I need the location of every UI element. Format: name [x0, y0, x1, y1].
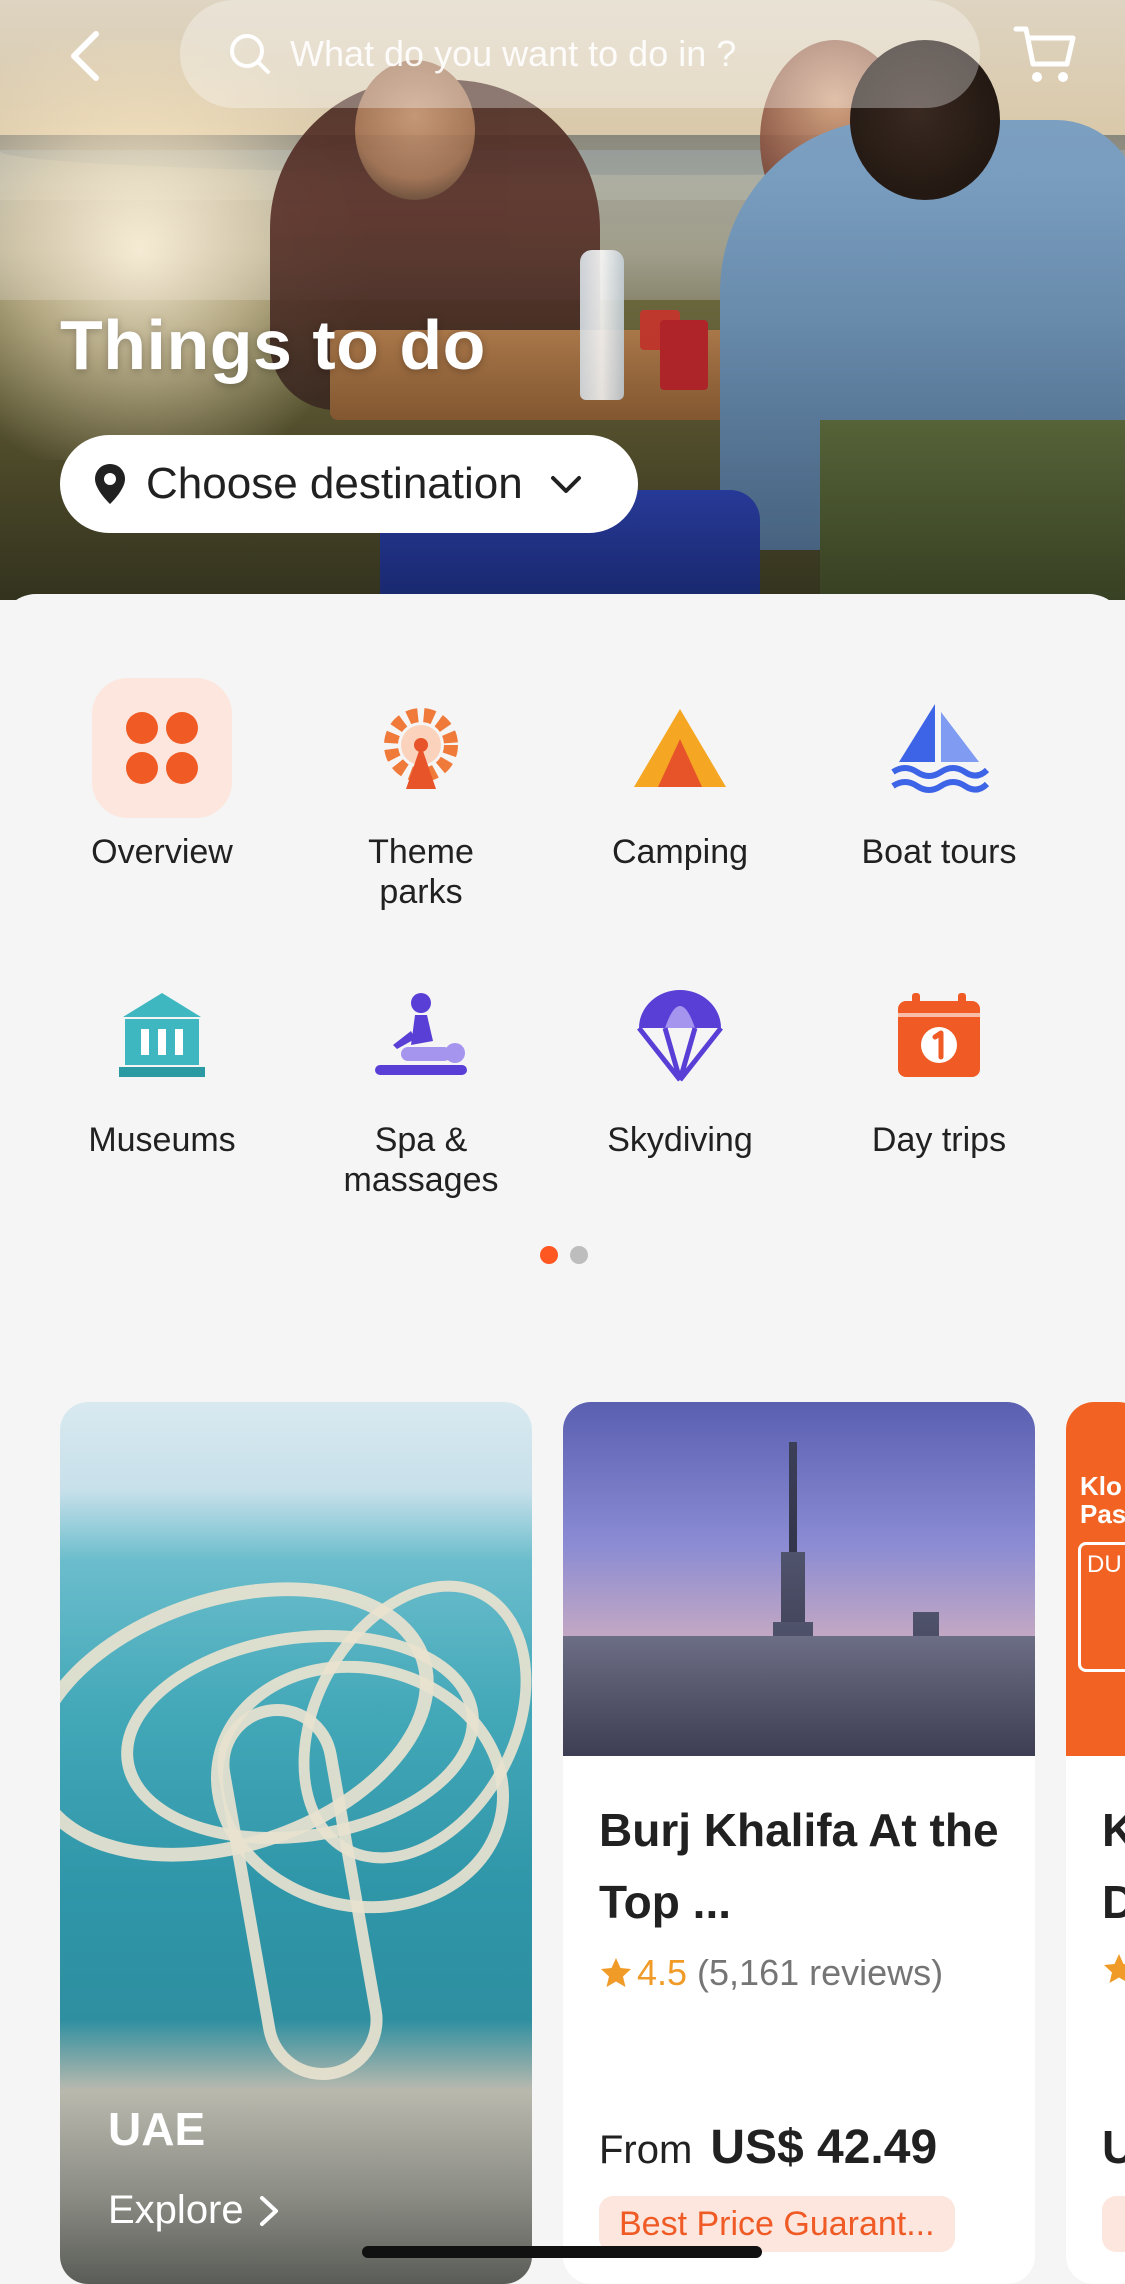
burj-khalifa-image — [563, 1402, 1035, 1756]
home-indicator — [362, 2246, 762, 2258]
category-label: Boat tours — [861, 833, 1017, 871]
best-price-badge: Best Price Guarant... — [599, 2196, 955, 2252]
tent-icon — [634, 709, 726, 787]
museum-icon — [119, 993, 205, 1077]
product-title: Burj Khalifa At the Top ... — [599, 1804, 999, 1928]
category-boat-tours[interactable]: Boat tours — [824, 678, 1054, 872]
destination-name: UAE — [108, 2103, 206, 2155]
overview-icon — [126, 712, 198, 784]
price-amount: US$ 42.49 — [710, 2121, 938, 2174]
page-dot — [570, 1246, 588, 1264]
category-label: Day trips — [871, 1121, 1007, 1159]
page-dot-active — [540, 1246, 558, 1264]
explore-link[interactable]: Explore — [108, 2188, 280, 2233]
choose-destination-button[interactable]: Choose destination — [60, 435, 638, 533]
back-button[interactable] — [62, 30, 108, 82]
category-label: Overview — [91, 833, 233, 871]
category-label: Museums — [88, 1121, 236, 1159]
product-rating: 4.5 (5,161 reviews) — [599, 1952, 943, 1994]
category-spa-massages[interactable]: Spa & massages — [306, 966, 536, 1200]
badge — [1102, 2196, 1125, 2252]
location-pin-icon — [95, 464, 125, 504]
product-card[interactable]: Burj Khalifa At the Top ... 4.5 (5,161 r… — [563, 1402, 1035, 2284]
category-camping[interactable]: Camping — [565, 678, 795, 872]
price-amount: U — [1102, 2121, 1125, 2173]
product-image: Klo Pas DU — [1066, 1402, 1125, 1756]
explore-label: Explore — [108, 2188, 244, 2232]
category-theme-parks[interactable]: Theme parks — [306, 678, 536, 912]
chevron-right-icon — [259, 2195, 278, 2226]
review-count: (5,161 reviews) — [697, 1952, 944, 1993]
search-bar[interactable] — [180, 0, 980, 108]
category-label: Skydiving — [607, 1121, 753, 1159]
destination-label: Choose destination — [146, 459, 523, 508]
category-museums[interactable]: Museums — [47, 966, 277, 1160]
rating-score: 4.5 — [637, 1952, 688, 1993]
page-indicator — [540, 1246, 588, 1264]
chevron-left-icon — [71, 31, 99, 81]
page-title: Things to do — [60, 306, 486, 384]
category-label: Camping — [611, 833, 749, 871]
product-title: K D — [1102, 1804, 1125, 1928]
search-icon — [230, 34, 270, 74]
product-card-partial[interactable]: Klo Pas DU K D U — [1066, 1402, 1125, 2284]
chevron-down-icon — [550, 476, 581, 493]
sailboat-icon — [891, 704, 989, 793]
category-overview[interactable]: Overview — [47, 678, 277, 872]
search-input[interactable] — [290, 33, 910, 75]
parachute-icon — [637, 990, 723, 1082]
star-icon — [1104, 1954, 1125, 1983]
massage-icon — [375, 993, 467, 1075]
category-label: Spa & massages — [343, 1121, 499, 1199]
destination-card[interactable]: UAE Explore — [60, 1402, 532, 2284]
category-day-trips[interactable]: Day trips — [824, 966, 1054, 1160]
ferris-wheel-icon — [384, 708, 458, 789]
cart-icon[interactable] — [1013, 24, 1077, 86]
product-price: From US$ 42.49 — [599, 2120, 937, 2175]
price-prefix: From — [599, 2128, 693, 2172]
star-icon — [601, 1958, 631, 1987]
category-skydiving[interactable]: Skydiving — [565, 966, 795, 1160]
calendar-icon — [898, 993, 980, 1077]
category-label: Theme parks — [368, 833, 474, 911]
